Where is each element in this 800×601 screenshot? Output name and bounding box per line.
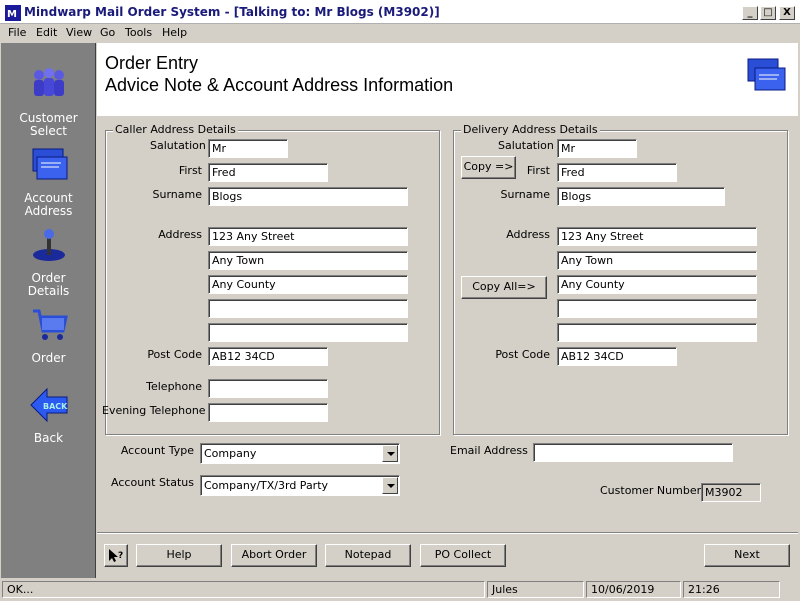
email-address-label: Email Address — [450, 444, 528, 457]
help-button[interactable]: Help — [136, 544, 222, 567]
account-type-label: Account Type — [120, 444, 194, 457]
po-collect-button[interactable]: PO Collect — [420, 544, 506, 567]
sidebar-item-account-address[interactable]: Account Address — [1, 145, 96, 218]
caller-postcode-label: Post Code — [147, 348, 202, 361]
next-button[interactable]: Next — [704, 544, 790, 567]
page-subtitle: Advice Note & Account Address Informatio… — [105, 75, 454, 95]
sidebar-label: Details — [27, 284, 70, 298]
delivery-salutation-input[interactable] — [557, 139, 637, 158]
delivery-postcode-input[interactable] — [557, 347, 677, 366]
delivery-address-line-2[interactable] — [557, 251, 757, 270]
svg-text:BACK: BACK — [43, 402, 68, 411]
joystick-icon — [32, 229, 65, 261]
status-bar: OK... Jules 10/06/2019 21:26 — [0, 579, 800, 601]
envelopes-icon — [32, 148, 67, 180]
delivery-address-line-5[interactable] — [557, 323, 757, 342]
caller-address-line-5[interactable] — [208, 323, 408, 342]
maximize-button[interactable]: □ — [760, 6, 776, 20]
delivery-address-line-4[interactable] — [557, 299, 757, 318]
status-time: 21:26 — [683, 581, 780, 598]
caller-first-label: First — [178, 164, 202, 177]
abort-order-button[interactable]: Abort Order — [231, 544, 317, 567]
sidebar-label: Address — [24, 204, 73, 218]
caller-address-label: Address — [158, 228, 202, 241]
page-title: Order Entry — [105, 53, 199, 73]
shopping-cart-icon — [32, 309, 68, 340]
caller-evening-telephone-input[interactable] — [208, 403, 328, 422]
customer-number-field — [701, 483, 761, 502]
notepad-button[interactable]: Notepad — [325, 544, 411, 567]
page-header: Order Entry Advice Note & Account Addres… — [97, 43, 798, 116]
account-type-value: Company — [204, 447, 257, 460]
menu-bar: File Edit View Go Tools Help — [0, 24, 800, 43]
menu-go[interactable]: Go — [100, 26, 115, 39]
svg-text:M: M — [7, 9, 17, 20]
caller-salutation-label: Salutation — [150, 139, 206, 152]
whats-this-help-button[interactable]: ? — [104, 544, 128, 567]
menu-edit[interactable]: Edit — [36, 26, 57, 39]
delivery-first-label: First — [526, 164, 550, 177]
copy-all-button[interactable]: Copy All=> — [461, 276, 547, 299]
sidebar-item-order-details[interactable]: Order Details — [1, 225, 96, 298]
account-status-label: Account Status — [111, 476, 194, 489]
sidebar-item-order[interactable]: Order — [1, 305, 96, 365]
caller-telephone-input[interactable] — [208, 379, 328, 398]
close-button[interactable]: X — [779, 6, 795, 20]
back-arrow-icon: BACK — [29, 387, 68, 423]
sidebar-item-customer-select[interactable]: Customer Select — [1, 65, 96, 138]
delivery-address-label: Address — [506, 228, 550, 241]
delivery-address-line-3[interactable] — [557, 275, 757, 294]
chevron-down-icon[interactable] — [382, 445, 398, 462]
copy-button[interactable]: Copy => — [461, 156, 516, 179]
svg-text:?: ? — [118, 551, 123, 561]
divider — [97, 532, 798, 534]
status-message: OK... — [2, 581, 485, 598]
menu-help[interactable]: Help — [162, 26, 187, 39]
caller-first-input[interactable] — [208, 163, 328, 182]
sidebar: Customer Select Account Address Order De… — [1, 43, 96, 578]
minimize-button[interactable]: _ — [742, 6, 758, 20]
caller-address-line-2[interactable] — [208, 251, 408, 270]
caller-salutation-input[interactable] — [208, 139, 288, 158]
chevron-down-icon[interactable] — [382, 477, 398, 494]
app-icon: M — [5, 5, 21, 21]
caller-surname-input[interactable] — [208, 187, 408, 206]
caller-address-line-4[interactable] — [208, 299, 408, 318]
status-user: Jules — [487, 581, 584, 598]
caller-postcode-input[interactable] — [208, 347, 328, 366]
sidebar-item-back[interactable]: BACK Back — [1, 385, 96, 445]
delivery-postcode-label: Post Code — [495, 348, 550, 361]
delivery-salutation-label: Salutation — [498, 139, 554, 152]
caller-address-line-3[interactable] — [208, 275, 408, 294]
window-title: Mindwarp Mail Order System - [Talking to… — [24, 5, 440, 19]
account-status-value: Company/TX/3rd Party — [204, 479, 329, 492]
email-address-input[interactable] — [533, 443, 733, 462]
delivery-first-input[interactable] — [557, 163, 677, 182]
caller-surname-label: Surname — [152, 188, 202, 201]
caller-address-line-1[interactable] — [208, 227, 408, 246]
status-date: 10/06/2019 — [586, 581, 681, 598]
menu-tools[interactable]: Tools — [125, 26, 152, 39]
delivery-address-line-1[interactable] — [557, 227, 757, 246]
sidebar-label: Order — [31, 351, 66, 365]
menu-file[interactable]: File — [8, 26, 26, 39]
sidebar-label: Select — [29, 124, 68, 138]
caller-address-legend: Caller Address Details — [113, 123, 238, 136]
account-status-select[interactable]: Company/TX/3rd Party — [200, 475, 400, 496]
delivery-surname-input[interactable] — [557, 187, 725, 206]
menu-view[interactable]: View — [66, 26, 92, 39]
caller-evening-telephone-label: Evening Telephone — [102, 404, 206, 417]
delivery-surname-label: Surname — [500, 188, 550, 201]
delivery-address-legend: Delivery Address Details — [461, 123, 600, 136]
people-icon — [33, 68, 64, 96]
title-bar: M Mindwarp Mail Order System - [Talking … — [0, 0, 800, 24]
account-type-select[interactable]: Company — [200, 443, 400, 464]
sidebar-label: Back — [33, 431, 64, 445]
customer-number-label: Customer Number — [600, 484, 702, 497]
help-pointer-icon: ? — [109, 549, 123, 562]
caller-telephone-label: Telephone — [146, 380, 202, 393]
envelopes-icon — [747, 58, 786, 91]
